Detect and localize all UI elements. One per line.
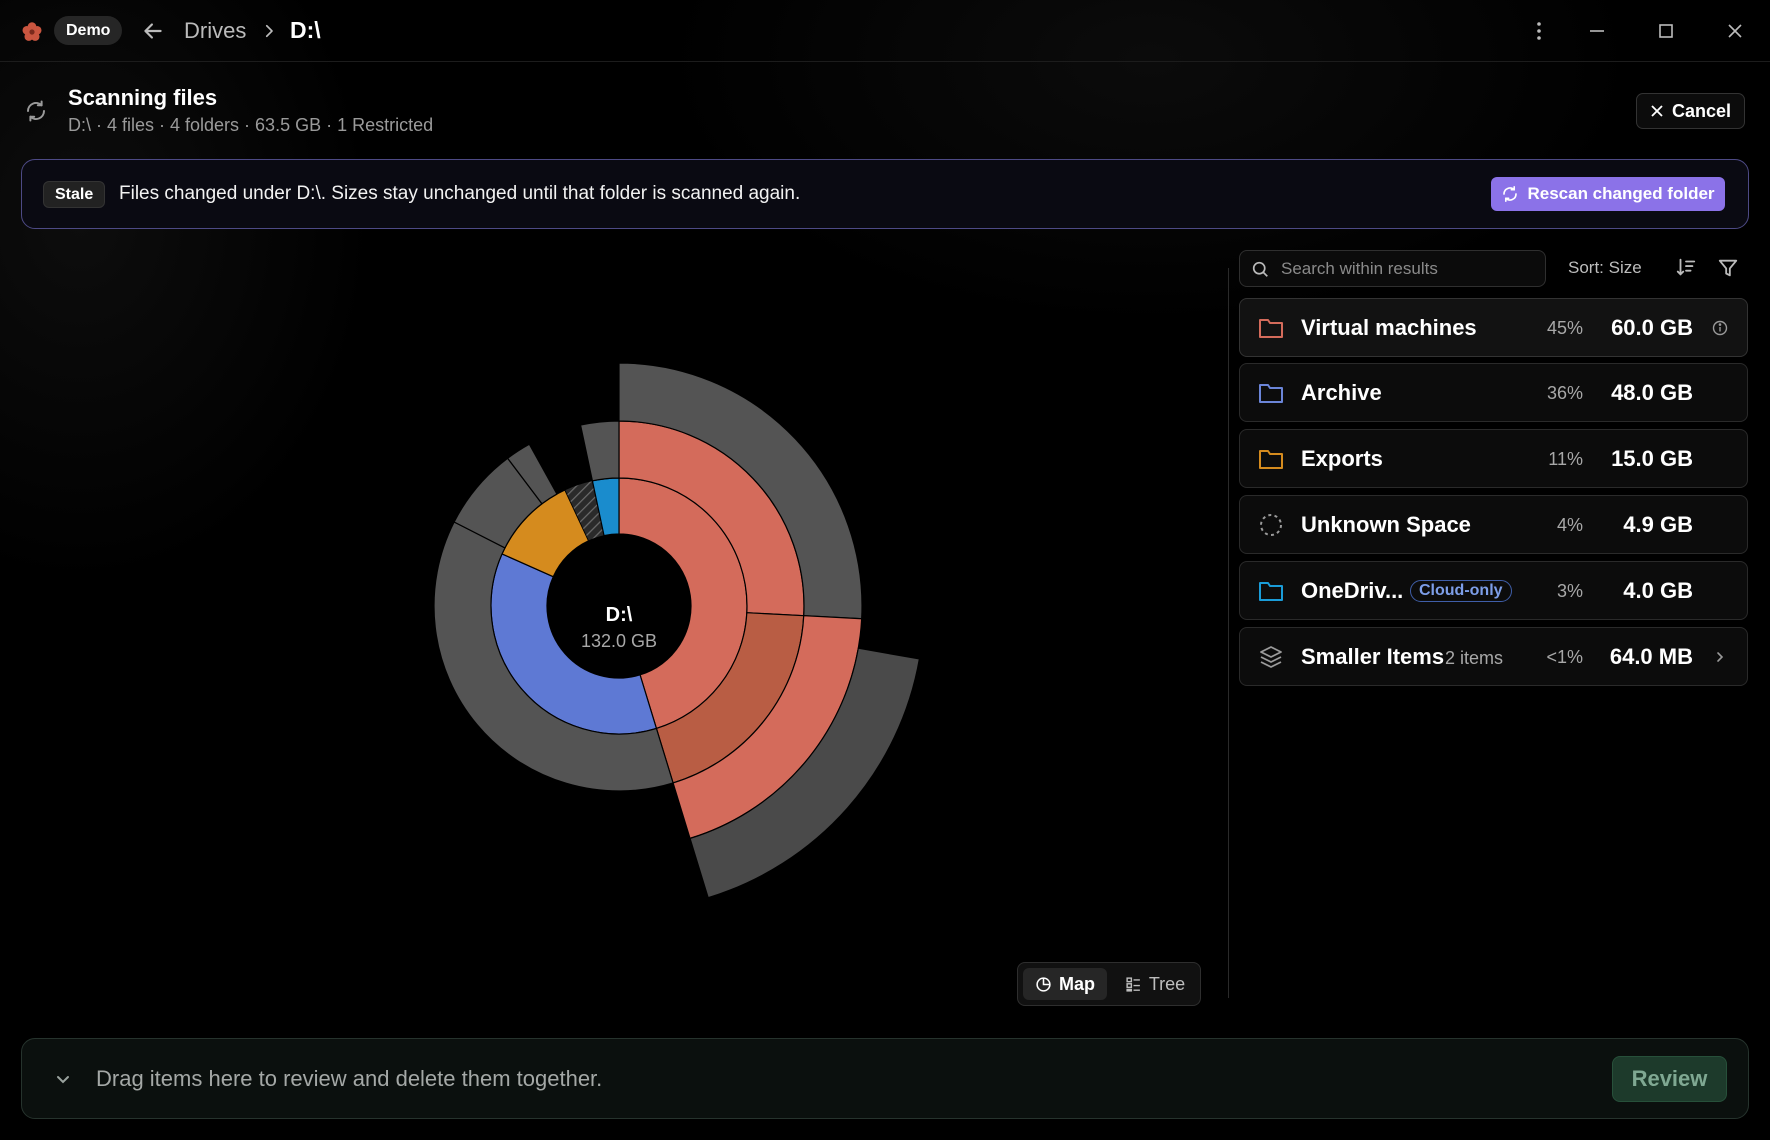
item-name: Exports [1301,446,1383,471]
banner-message: Files changed under D:\. Sizes stay unch… [119,183,801,204]
stale-banner: Stale Files changed under D:\. Sizes sta… [21,159,1749,229]
item-percent: 3% [1556,581,1583,601]
view-toggle: Map Tree [1017,962,1201,1006]
cancel-label: Cancel [1671,100,1732,121]
folder-icon [1259,319,1283,338]
back-arrow-icon[interactable] [140,18,166,44]
item-percent: <1% [1546,647,1583,667]
refresh-icon [1503,186,1518,202]
list-item-virtual-machines[interactable]: Virtual machines 45% 60.0 GB [1239,298,1748,357]
item-count: 2 items [1445,648,1504,668]
app-logo-icon [22,22,42,41]
review-button[interactable]: Review [1612,1056,1727,1102]
stale-badge: Stale [43,181,106,208]
breadcrumb-drives[interactable]: Drives [184,18,246,44]
sunburst-chart: D:\ 132.0 GB [433,362,921,899]
panel-divider [1228,268,1229,998]
breadcrumb-current: D:\ [290,17,321,43]
chevron-right-icon [265,24,273,38]
workspace-pill[interactable]: Demo [54,16,123,45]
cloud-only-badge: Cloud-only [1410,580,1512,602]
pie-chart-icon [1036,976,1051,992]
search-input[interactable] [1281,251,1536,286]
folder-icon [1259,450,1283,469]
list-item-unknown-space[interactable]: Unknown Space 4% 4.9 GB [1239,495,1748,554]
item-size: 48.0 GB [1611,380,1693,405]
list-item-archive[interactable]: Archive 36% 48.0 GB [1239,363,1748,422]
chevron-down-icon[interactable] [52,1068,74,1090]
scan-summary: D:\ · 4 files · 4 folders · 63.5 GB · 1 … [68,115,434,135]
tab-map[interactable]: Map [1023,968,1107,1000]
item-size: 60.0 GB [1611,315,1693,340]
list-item-onedrive[interactable]: OneDriv... Cloud-only 3% 4.0 GB [1239,561,1748,620]
item-percent: 11% [1548,449,1583,469]
item-name: Unknown Space [1301,512,1471,537]
folder-icon [1259,384,1283,403]
scan-title: Scanning files [68,85,218,110]
item-percent: 36% [1546,383,1583,403]
item-size: 4.9 GB [1623,512,1693,537]
info-icon[interactable] [1711,319,1729,337]
filter-icon[interactable] [1717,257,1739,279]
x-icon [1651,105,1663,117]
item-size: 15.0 GB [1611,446,1693,471]
sort-descending-icon[interactable] [1675,256,1697,278]
tree-list-icon [1126,976,1140,992]
dashed-circle-icon [1260,514,1282,536]
item-size: 4.0 GB [1623,578,1693,603]
more-vertical-icon[interactable] [1524,16,1554,46]
item-percent: 45% [1546,318,1583,338]
chart-center-title: D:\ [606,604,633,626]
chart-center-value: 132.0 GB [581,631,657,651]
review-message: Drag items here to review and delete the… [96,1066,603,1091]
item-size: 64.0 MB [1609,644,1693,669]
sort-dropdown[interactable]: Sort: Size [1568,258,1642,278]
item-name: Smaller Items [1301,644,1445,669]
review-drop-zone[interactable]: Drag items here to review and delete the… [21,1038,1749,1119]
item-name: Archive [1301,380,1382,405]
item-name: Virtual machines [1301,315,1477,340]
search-box [1239,250,1546,287]
rescan-label: Rescan changed folder [1527,184,1715,203]
chevron-right-icon[interactable] [1711,648,1729,666]
refresh-spinner-icon [27,100,45,122]
segment-onedrive-child[interactable] [579,420,620,482]
list-item-exports[interactable]: Exports 11% 15.0 GB [1239,429,1748,488]
maximize-icon[interactable] [1651,16,1681,46]
title-bar: Demo Drives D:\ [0,0,1770,62]
tab-map-label: Map [1059,973,1095,994]
tab-tree[interactable]: Tree [1113,968,1197,1000]
search-icon [1252,261,1268,277]
folder-icon [1259,582,1283,601]
item-name: OneDriv... [1301,578,1404,603]
stack-icon [1260,646,1282,668]
list-item-smaller-items[interactable]: Smaller Items 2 items <1% 64.0 MB [1239,627,1748,686]
cancel-button[interactable]: Cancel [1636,93,1745,129]
close-icon[interactable] [1720,16,1750,46]
minimize-icon[interactable] [1582,16,1612,46]
rescan-changed-folder-button[interactable]: Rescan changed folder [1491,177,1725,211]
tab-tree-label: Tree [1148,973,1186,994]
item-percent: 4% [1556,515,1583,535]
